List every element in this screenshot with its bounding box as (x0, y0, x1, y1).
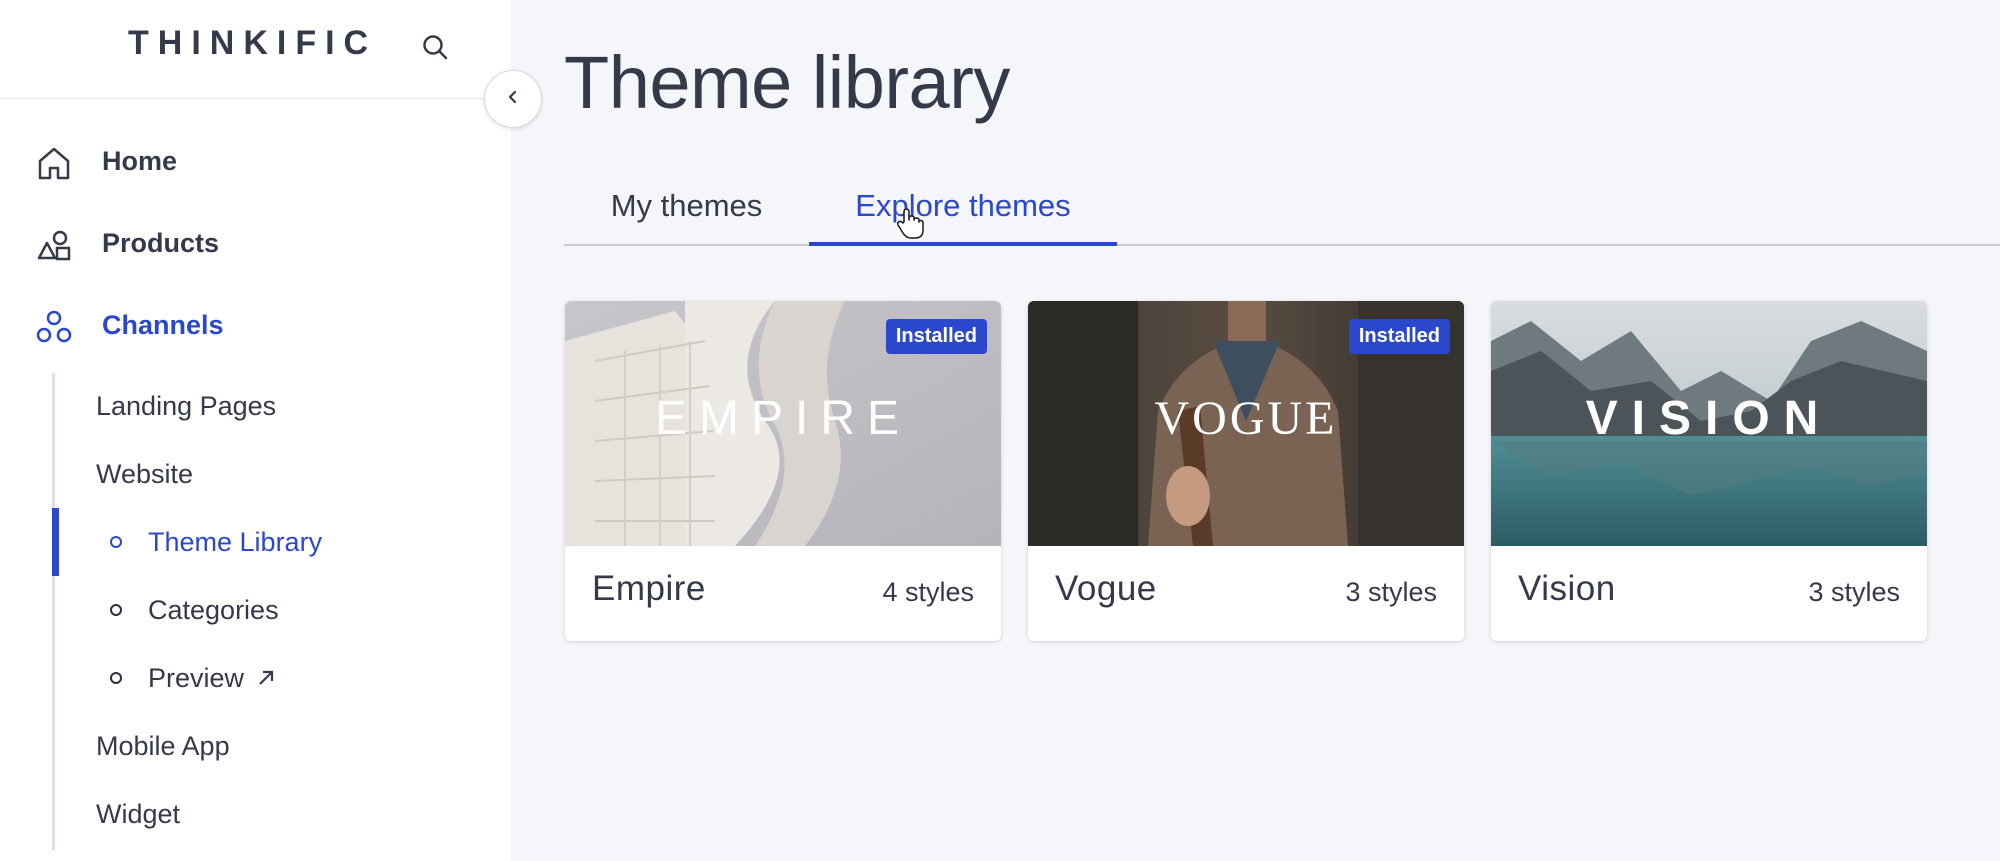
theme-card-vogue[interactable]: VOGUE Installed Vogue 3 styles (1028, 301, 1464, 641)
sidebar-header: THINKIFIC (0, 0, 511, 99)
channels-icon (36, 309, 72, 345)
subnav-item-website[interactable]: Website (96, 449, 193, 499)
bullet-icon (110, 604, 122, 616)
theme-thumbnail: EMPIRE Installed (565, 301, 1001, 546)
theme-name: Vogue (1055, 569, 1157, 608)
nav-item-label: Channels (102, 309, 224, 340)
shapes-icon (36, 227, 72, 263)
theme-thumbnail: VOGUE Installed (1028, 301, 1464, 546)
home-icon (36, 145, 72, 181)
chevron-left-icon (505, 89, 521, 110)
theme-name: Empire (592, 569, 706, 608)
theme-style-count: 4 styles (882, 577, 974, 607)
page-title: Theme library (564, 41, 1010, 124)
nav-item-label: Products (102, 227, 220, 258)
subnav-active-indicator (52, 508, 59, 576)
thinkific-logo[interactable]: THINKIFIC (128, 24, 377, 63)
subnav-item-mobile-app[interactable]: Mobile App (96, 721, 230, 771)
subnav-item-preview[interactable]: Preview (110, 653, 276, 703)
installed-badge: Installed (885, 319, 987, 354)
collapse-sidebar-button[interactable] (484, 70, 542, 128)
theme-style-count: 3 styles (1808, 577, 1900, 607)
theme-card-empire[interactable]: EMPIRE Installed Empire 4 styles (565, 301, 1001, 641)
search-icon[interactable] (418, 30, 452, 64)
theme-thumbnail: VISION (1491, 301, 1927, 546)
subnav-item-landing-pages[interactable]: Landing Pages (96, 381, 276, 431)
theme-thumbnail-title: VISION (1585, 392, 1833, 445)
bullet-icon (110, 536, 122, 548)
subnav-item-categories[interactable]: Categories (110, 585, 279, 635)
subnav-item-label: Theme Library (148, 526, 323, 557)
bullet-icon (110, 672, 122, 684)
sidebar: THINKIFIC Home Products Channels Landing… (0, 0, 511, 861)
theme-card-vision[interactable]: VISION Vision 3 styles (1491, 301, 1927, 641)
theme-name: Vision (1518, 569, 1616, 608)
theme-thumbnail-title: VOGUE (1154, 392, 1338, 445)
subnav-item-label: Categories (148, 594, 279, 625)
nav-item-home[interactable]: Home (0, 131, 511, 191)
nav-item-label: Home (102, 145, 178, 176)
external-link-icon (256, 668, 276, 688)
theme-tabs: My themes Explore themes (564, 168, 2000, 246)
tab-my-themes[interactable]: My themes (564, 168, 809, 244)
subnav-rail (52, 373, 55, 850)
theme-thumbnail-title: EMPIRE (654, 392, 912, 445)
nav-item-channels[interactable]: Channels (0, 295, 511, 355)
installed-badge: Installed (1348, 319, 1450, 354)
subnav-item-label: Preview (148, 662, 245, 693)
theme-style-count: 3 styles (1345, 577, 1437, 607)
subnav-item-theme-library[interactable]: Theme Library (110, 517, 322, 567)
hand-cursor-icon (896, 208, 924, 245)
tab-explore-themes[interactable]: Explore themes (809, 168, 1117, 246)
nav-item-products[interactable]: Products (0, 213, 511, 273)
subnav-item-widget[interactable]: Widget (96, 789, 180, 839)
